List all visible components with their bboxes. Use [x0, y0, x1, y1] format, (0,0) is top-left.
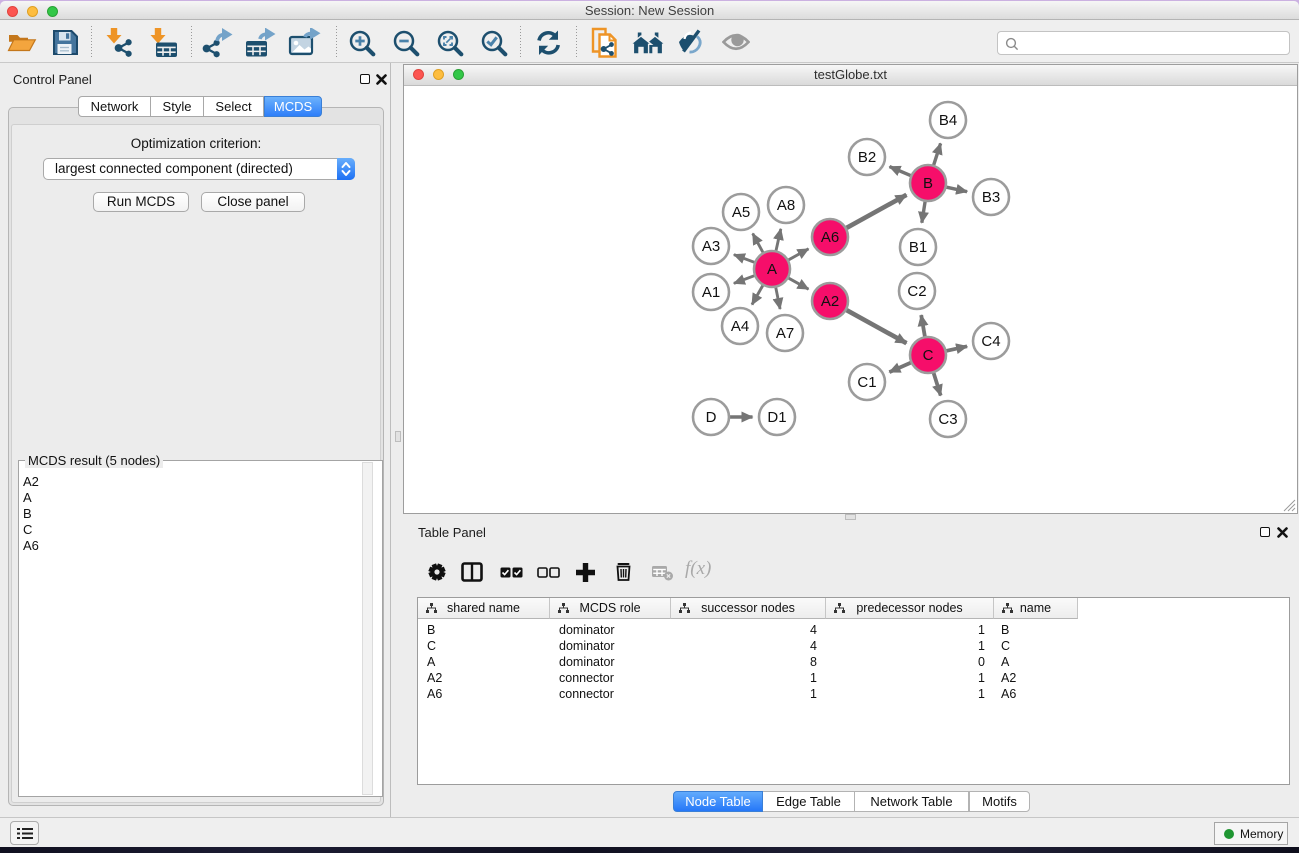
svg-text:B2: B2 [858, 149, 876, 166]
svg-text:A1: A1 [702, 284, 720, 301]
svg-text:D: D [706, 409, 717, 426]
svg-text:B3: B3 [982, 189, 1000, 206]
svg-text:C: C [923, 347, 934, 364]
svg-text:D1: D1 [767, 409, 786, 426]
svg-text:A: A [767, 261, 777, 278]
svg-text:A2: A2 [821, 293, 839, 310]
svg-text:A5: A5 [732, 204, 750, 221]
svg-text:B: B [923, 175, 933, 192]
svg-text:C4: C4 [981, 333, 1000, 350]
svg-text:A3: A3 [702, 238, 720, 255]
svg-text:B1: B1 [909, 239, 927, 256]
svg-text:A4: A4 [731, 318, 749, 335]
svg-text:A8: A8 [777, 197, 795, 214]
svg-text:C1: C1 [857, 374, 876, 391]
svg-text:C3: C3 [938, 411, 957, 428]
svg-text:A7: A7 [776, 325, 794, 342]
svg-text:A6: A6 [821, 229, 839, 246]
svg-text:B4: B4 [939, 112, 957, 129]
svg-text:C2: C2 [907, 283, 926, 300]
